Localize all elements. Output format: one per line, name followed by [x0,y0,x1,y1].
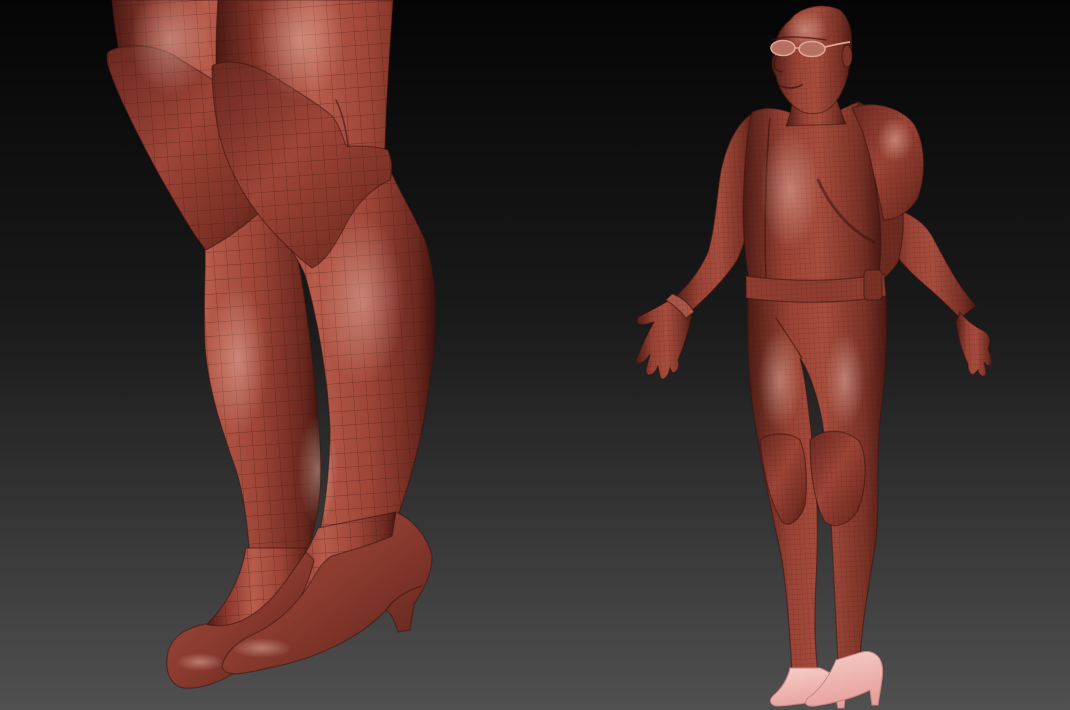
glasses-left-lens [770,39,796,57]
right-calf-highlight [320,215,404,385]
chest-highlight [760,130,820,250]
right-thigh-highlight-figure [825,332,865,428]
left-shoe-toe-highlight [176,653,224,671]
right-shoe-toe-highlight [232,638,292,658]
render-canvas [0,0,1070,710]
shoulder-highlight [877,118,913,162]
sculpt-viewport [0,0,1070,710]
glasses-right-lens [798,40,826,58]
left-thigh-highlight-figure [758,330,802,430]
